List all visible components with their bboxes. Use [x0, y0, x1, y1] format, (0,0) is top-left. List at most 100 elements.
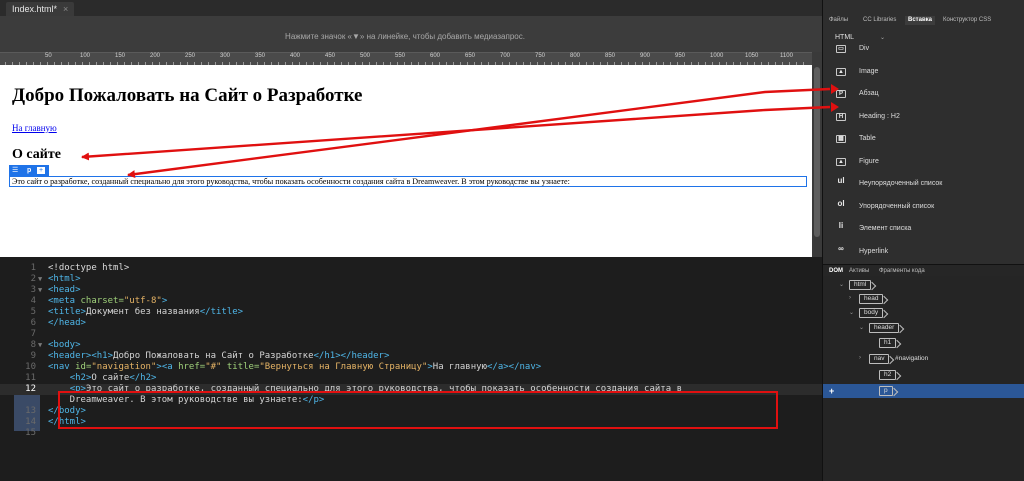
- code-line[interactable]: 4 <meta charset="utf-8">: [0, 296, 822, 307]
- code-line[interactable]: 6 </head>: [0, 318, 822, 329]
- list-item-icon: li: [838, 221, 844, 230]
- code-view[interactable]: 1 <!doctype html> 2 ▼ <html> 3 ▼ <head> 4 <meta c…: [0, 257, 822, 481]
- code-text[interactable]: <html>: [48, 274, 81, 285]
- add-element-icon[interactable]: +: [829, 386, 834, 396]
- insert-item-hyperlink[interactable]: ∞ Hyperlink: [823, 241, 1024, 263]
- design-view[interactable]: Добро Пожаловать на Сайт о Разработке На…: [0, 65, 812, 257]
- code-line[interactable]: 7: [0, 329, 822, 340]
- code-line[interactable]: 9 <header><h1>Добро Пожаловать на Сайт о …: [0, 351, 822, 362]
- insert-item-table[interactable]: ▦ Table: [823, 128, 1024, 150]
- tab-insert[interactable]: Вставка: [905, 16, 935, 25]
- dom-node-head[interactable]: › head: [849, 294, 1009, 305]
- tab-assets[interactable]: Активы: [849, 268, 869, 274]
- tab-snippets[interactable]: Фрагменты кода: [879, 268, 925, 274]
- tab-dom[interactable]: DOM: [829, 268, 843, 274]
- dom-node-h2[interactable]: h2: [869, 370, 1024, 381]
- horizontal-ruler[interactable]: 50 100 150 200 250 300 350 400 450 500 550 600 650 70…: [0, 52, 828, 65]
- code-line[interactable]: 10 <nav id="navigation"><a href="#" title…: [0, 362, 822, 373]
- dom-node-p[interactable]: p: [869, 386, 1024, 397]
- code-line[interactable]: 8 ▼ <body>: [0, 340, 822, 351]
- dom-node-tag[interactable]: p: [879, 386, 893, 396]
- code-text[interactable]: </head>: [48, 318, 86, 329]
- media-query-hint: Нажмите значок «▼» на линейке, чтобы доб…: [285, 32, 525, 41]
- dom-tree[interactable]: + ⌄ html › head ⌄ body ⌄ header h1 › nav #navigatio…: [823, 276, 1024, 481]
- code-text[interactable]: <meta charset="utf-8">: [48, 296, 167, 307]
- design-scrollbar[interactable]: [812, 52, 822, 257]
- heading-icon: H: [836, 112, 846, 121]
- dom-node-tag[interactable]: html: [849, 280, 872, 290]
- expand-toggle-icon[interactable]: ⌄: [849, 309, 854, 316]
- insert-item-label: Heading : H2: [859, 112, 900, 120]
- ruler-tick-label: 100: [80, 53, 91, 59]
- dom-node-tag[interactable]: head: [859, 294, 884, 304]
- dom-node-html[interactable]: ⌄ html: [839, 280, 999, 291]
- document-tab[interactable]: Index.html* ×: [6, 2, 75, 16]
- code-line[interactable]: 11 <h2>О сайте</h2>: [0, 373, 822, 384]
- expand-toggle-icon[interactable]: ›: [859, 355, 861, 361]
- line-number: 6: [30, 318, 36, 328]
- ruler-tick-label: 1000: [710, 53, 724, 59]
- dom-panel-tabs: DOM Активы Фрагменты кода: [823, 264, 1024, 276]
- dom-node-tag[interactable]: header: [869, 323, 900, 333]
- insert-item-элемент-списка[interactable]: li Элемент списка: [823, 218, 1024, 240]
- figure-icon: ▲: [836, 157, 846, 166]
- tab-css-designer[interactable]: Конструктор CSS: [943, 17, 991, 23]
- close-icon[interactable]: ×: [63, 4, 68, 14]
- page-heading-h1[interactable]: Добро Пожаловать на Сайт о Разработке: [12, 85, 362, 107]
- line-number: 5: [30, 307, 36, 317]
- insert-item-image[interactable]: ▲ Image: [823, 61, 1024, 83]
- ruler-tick-label: 300: [220, 53, 231, 59]
- insert-item-упорядоченный-список[interactable]: ol Упорядоченный список: [823, 196, 1024, 218]
- code-text[interactable]: <title>Документ без названия</title>: [48, 307, 243, 318]
- insert-item-div[interactable]: ▭ Div: [823, 38, 1024, 60]
- dom-node-tag[interactable]: nav: [869, 354, 890, 364]
- right-panel: Файлы CC Libraries Вставка Конструктор C…: [822, 0, 1024, 481]
- code-text[interactable]: <body>: [48, 340, 81, 351]
- code-line[interactable]: 5 <title>Документ без названия</title>: [0, 307, 822, 318]
- dom-node-header[interactable]: ⌄ header: [859, 323, 1019, 334]
- insert-item-label: Абзац: [859, 90, 879, 97]
- element-badge[interactable]: ☰ p +: [9, 165, 49, 176]
- home-link[interactable]: На главную: [12, 123, 57, 133]
- code-text[interactable]: <h2>О сайте</h2>: [48, 373, 157, 384]
- add-class-button[interactable]: +: [37, 167, 45, 174]
- tab-files[interactable]: Файлы: [829, 17, 848, 23]
- insert-item-heading-h2[interactable]: H Heading : H2: [823, 106, 1024, 128]
- code-text[interactable]: <head>: [48, 285, 81, 296]
- ruler-tick-label: 200: [150, 53, 161, 59]
- ruler-tick-label: 750: [535, 53, 546, 59]
- code-line[interactable]: 1 <!doctype html>: [0, 263, 822, 274]
- code-text[interactable]: <!doctype html>: [48, 263, 129, 274]
- fold-toggle-icon[interactable]: ▼: [38, 340, 42, 351]
- insert-item-неупорядоченный-список[interactable]: ul Неупорядоченный список: [823, 173, 1024, 195]
- dom-node-nav[interactable]: › nav #navigation: [859, 354, 1019, 365]
- tab-cc-libraries[interactable]: CC Libraries: [863, 17, 896, 23]
- fold-toggle-icon[interactable]: ▼: [38, 285, 42, 296]
- insert-item-абзац[interactable]: P Абзац: [823, 83, 1024, 105]
- ruler-tick-label: 500: [360, 53, 371, 59]
- fold-toggle-icon[interactable]: ▼: [38, 274, 42, 285]
- expand-toggle-icon[interactable]: ›: [849, 295, 851, 301]
- expand-toggle-icon[interactable]: ⌄: [839, 281, 844, 288]
- expand-toggle-icon[interactable]: ⌄: [859, 324, 864, 331]
- line-number: 2: [30, 274, 36, 284]
- code-text[interactable]: <header><h1>Добро Пожаловать на Сайт о Р…: [48, 351, 389, 362]
- code-line[interactable]: 15: [0, 428, 822, 439]
- dom-node-h1[interactable]: h1: [869, 338, 1024, 349]
- code-line[interactable]: 3 ▼ <head>: [0, 285, 822, 296]
- dom-node-tag[interactable]: h1: [879, 338, 897, 348]
- dom-node-tag[interactable]: h2: [879, 370, 897, 380]
- scrollbar-thumb[interactable]: [814, 67, 820, 237]
- insert-item-label: Упорядоченный список: [859, 202, 935, 210]
- media-query-bar[interactable]: Нажмите значок «▼» на линейке, чтобы доб…: [0, 16, 822, 52]
- selected-paragraph[interactable]: Это сайт о разработке, созданный специал…: [9, 176, 807, 187]
- menu-icon[interactable]: ☰: [12, 165, 18, 176]
- insert-item-figure[interactable]: ▲ Figure: [823, 151, 1024, 173]
- ruler-tick-label: 800: [570, 53, 581, 59]
- code-line[interactable]: 2 ▼ <html>: [0, 274, 822, 285]
- dom-node-tag[interactable]: body: [859, 308, 884, 318]
- dom-node-body[interactable]: ⌄ body: [849, 308, 1009, 319]
- line-number: 1: [30, 263, 36, 273]
- code-text[interactable]: <nav id="navigation"><a href="#" title="…: [48, 362, 541, 373]
- page-heading-h2[interactable]: О сайте: [12, 147, 61, 163]
